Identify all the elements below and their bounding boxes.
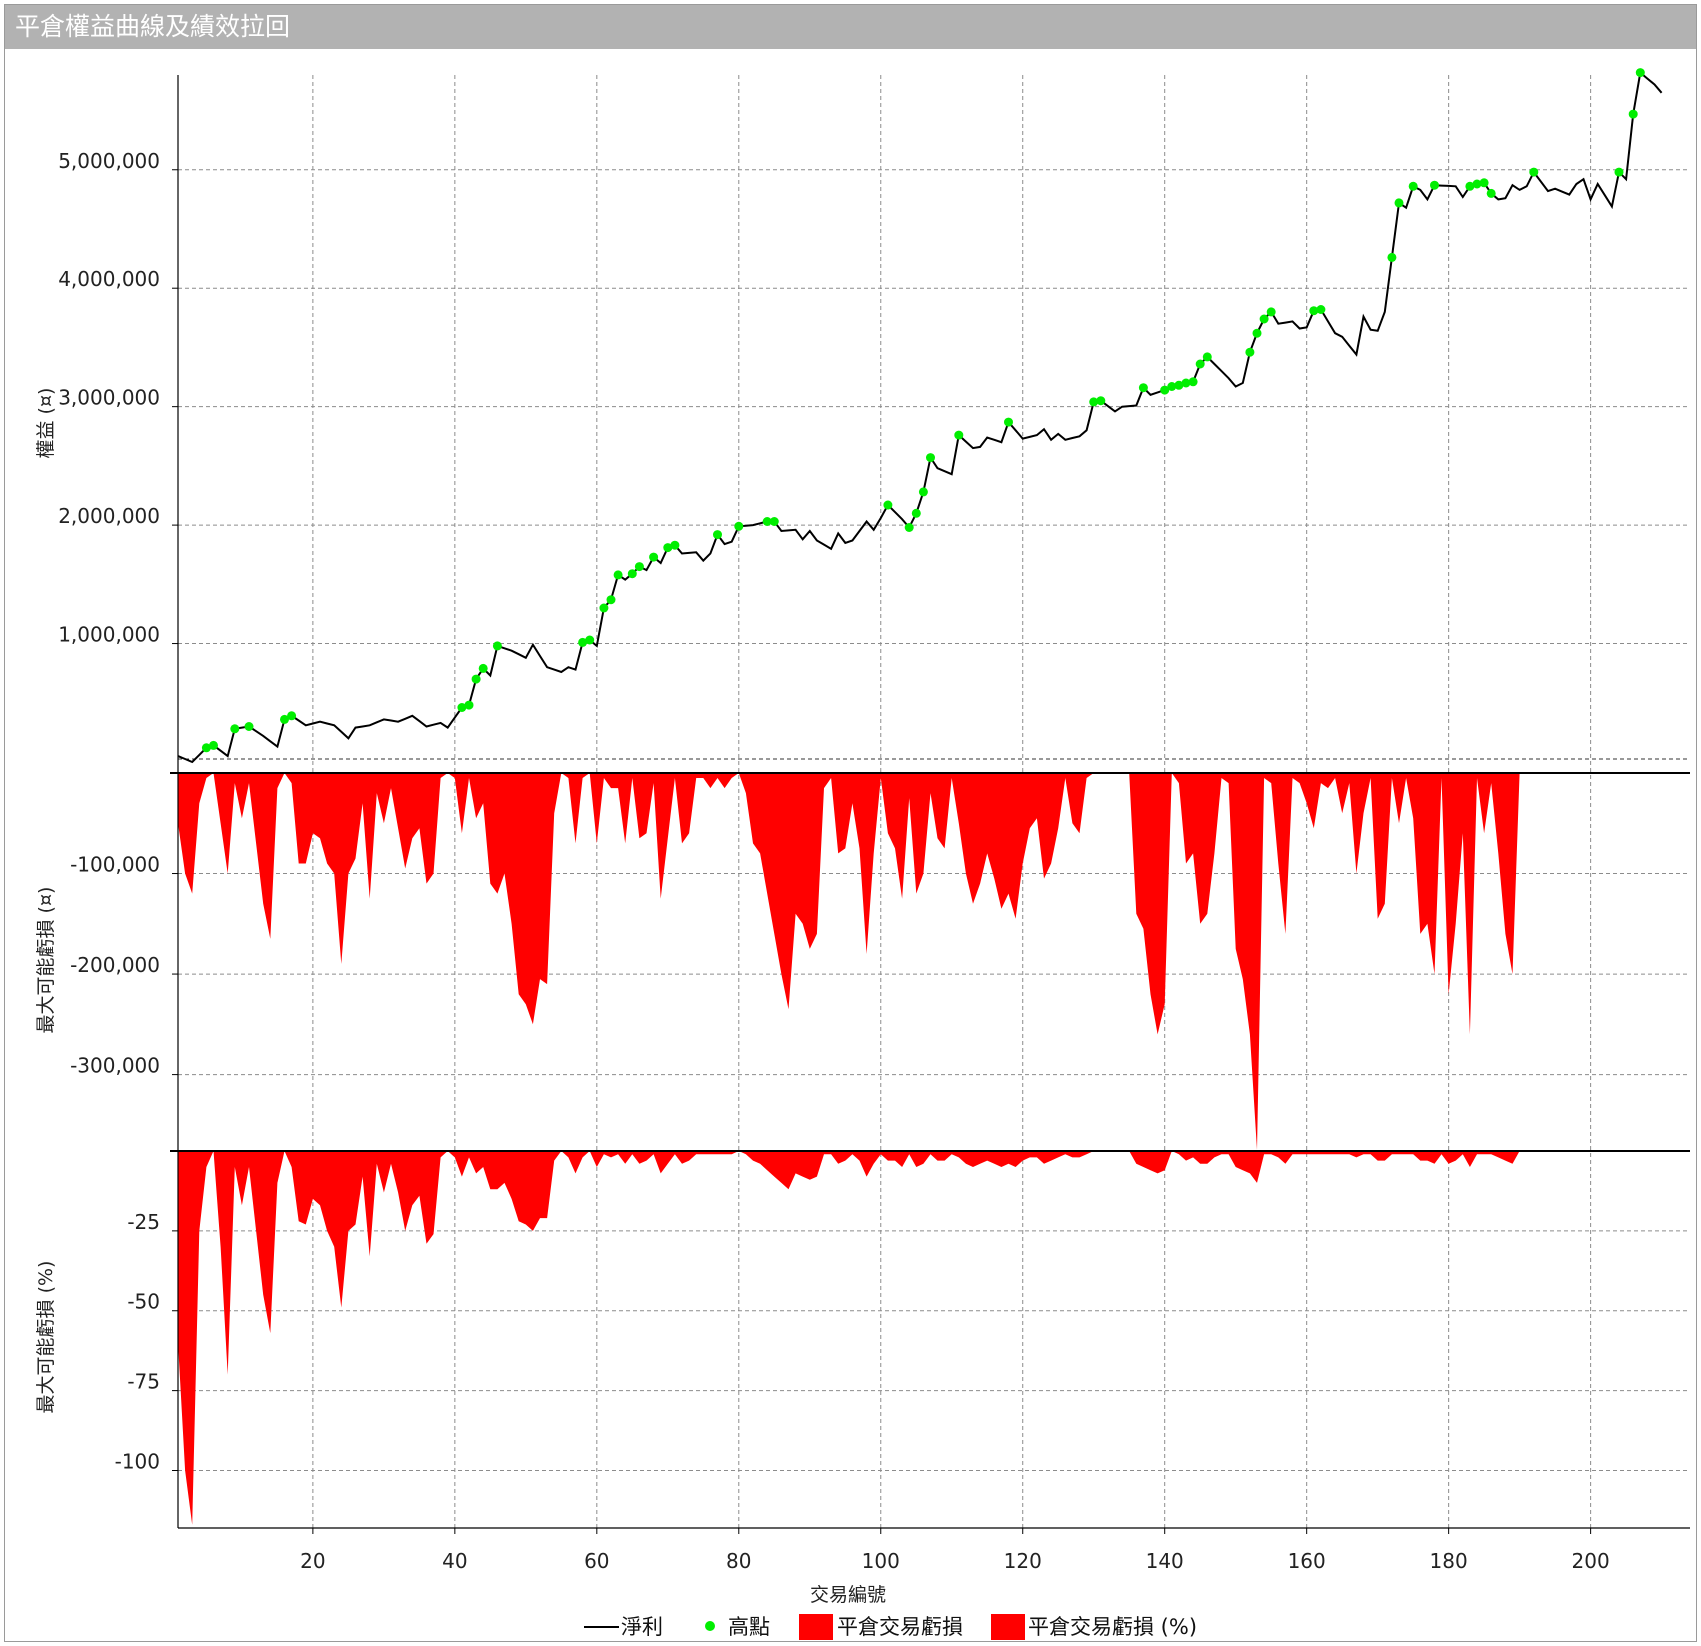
legend-label-loss: 平倉交易虧損 bbox=[837, 1615, 963, 1639]
high-point bbox=[613, 570, 623, 580]
x-tick-label: 120 bbox=[1004, 1549, 1042, 1573]
legend-dot-swatch bbox=[705, 1621, 715, 1631]
y-tick-label: 3,000,000 bbox=[58, 386, 160, 410]
high-point bbox=[1004, 417, 1013, 427]
high-point bbox=[492, 641, 502, 651]
drawdown-area bbox=[178, 773, 1690, 1150]
high-point bbox=[1252, 328, 1262, 338]
high-point bbox=[1628, 109, 1638, 119]
high-point bbox=[713, 530, 722, 540]
legend-label-net-profit: 淨利 bbox=[621, 1615, 663, 1639]
y-label-drawdown: 最大可能虧損 (¤) bbox=[35, 887, 57, 1034]
x-tick-label: 20 bbox=[300, 1549, 325, 1573]
high-point bbox=[1195, 359, 1205, 369]
high-point bbox=[209, 740, 218, 750]
high-point bbox=[1394, 198, 1404, 208]
high-point bbox=[1188, 377, 1198, 387]
high-point bbox=[1096, 396, 1106, 406]
high-point bbox=[1387, 252, 1397, 262]
high-point bbox=[926, 453, 935, 463]
y-tick-label: 2,000,000 bbox=[58, 504, 160, 528]
high-point bbox=[954, 430, 964, 440]
high-point bbox=[734, 521, 744, 531]
legend-box-swatch-loss bbox=[799, 1614, 833, 1640]
x-label: 交易編號 bbox=[810, 1584, 886, 1606]
y-label-drawdown-pct: 最大可能虧損 (%) bbox=[35, 1261, 57, 1414]
y-tick-label: -75 bbox=[127, 1370, 160, 1394]
y-tick-label: 1,000,000 bbox=[58, 623, 160, 647]
high-point bbox=[471, 674, 481, 684]
y-tick-label: -100,000 bbox=[70, 853, 160, 877]
high-point bbox=[287, 711, 297, 721]
high-point bbox=[1138, 383, 1148, 393]
y-tick-label: -100 bbox=[115, 1449, 160, 1473]
high-point bbox=[1486, 188, 1496, 198]
high-point bbox=[883, 500, 893, 510]
drawdown-areas bbox=[178, 773, 1690, 1525]
high-point bbox=[1266, 307, 1276, 317]
x-tick-label: 200 bbox=[1572, 1549, 1610, 1573]
x-tick-label: 80 bbox=[726, 1549, 751, 1573]
y-tick-label: 4,000,000 bbox=[58, 267, 160, 291]
high-point bbox=[606, 595, 616, 605]
high-point bbox=[464, 700, 474, 710]
legend-box-swatch-loss-pct bbox=[991, 1614, 1025, 1640]
y-tick-label: -50 bbox=[127, 1290, 160, 1314]
high-point bbox=[918, 487, 928, 497]
high-point bbox=[1316, 305, 1326, 314]
y-tick-label: 5,000,000 bbox=[58, 149, 160, 173]
equity-line-group bbox=[177, 70, 1663, 764]
high-point bbox=[1408, 181, 1418, 191]
x-tick-label: 40 bbox=[442, 1549, 467, 1573]
high-point bbox=[230, 724, 240, 734]
high-point bbox=[1259, 314, 1269, 324]
high-point bbox=[670, 540, 680, 550]
high-point bbox=[585, 635, 595, 645]
equity-drawdown-chart: 20 40 60 80 100 120 140 160 180 200 1,000,000 2,000… bbox=[35, 68, 1690, 1640]
y-tick-label: -200,000 bbox=[70, 953, 160, 977]
high-points bbox=[201, 68, 1645, 753]
high-point bbox=[649, 552, 659, 562]
high-point bbox=[1430, 180, 1439, 190]
y-label-equity: 權益 (¤) bbox=[35, 388, 57, 459]
high-point bbox=[1529, 167, 1539, 177]
high-point bbox=[1245, 347, 1255, 357]
equity-line bbox=[177, 70, 1663, 764]
legend: 淨利 高點 平倉交易虧損 平倉交易虧損 (%) bbox=[584, 1614, 1197, 1640]
high-point bbox=[634, 562, 644, 572]
drawdown-pct-area bbox=[178, 1151, 1690, 1525]
legend-label-highs: 高點 bbox=[728, 1615, 770, 1639]
high-point bbox=[627, 569, 637, 579]
high-point bbox=[599, 603, 609, 613]
y-tick-label: -300,000 bbox=[70, 1054, 160, 1078]
x-tick-label: 100 bbox=[862, 1549, 900, 1573]
high-point bbox=[244, 722, 254, 731]
high-point bbox=[1479, 178, 1489, 188]
high-point bbox=[1635, 68, 1645, 78]
legend-label-loss-pct: 平倉交易虧損 (%) bbox=[1028, 1615, 1197, 1639]
high-point bbox=[1202, 352, 1212, 362]
high-point bbox=[911, 508, 921, 518]
x-tick-label: 140 bbox=[1146, 1549, 1184, 1573]
high-point bbox=[769, 517, 779, 526]
x-tick-label: 160 bbox=[1288, 1549, 1326, 1573]
high-point bbox=[904, 523, 914, 532]
x-tick-label: 60 bbox=[584, 1549, 609, 1573]
x-tick-label: 180 bbox=[1430, 1549, 1468, 1573]
high-point bbox=[478, 663, 488, 673]
y-tick-label: -25 bbox=[127, 1210, 160, 1234]
high-point bbox=[1614, 167, 1624, 177]
